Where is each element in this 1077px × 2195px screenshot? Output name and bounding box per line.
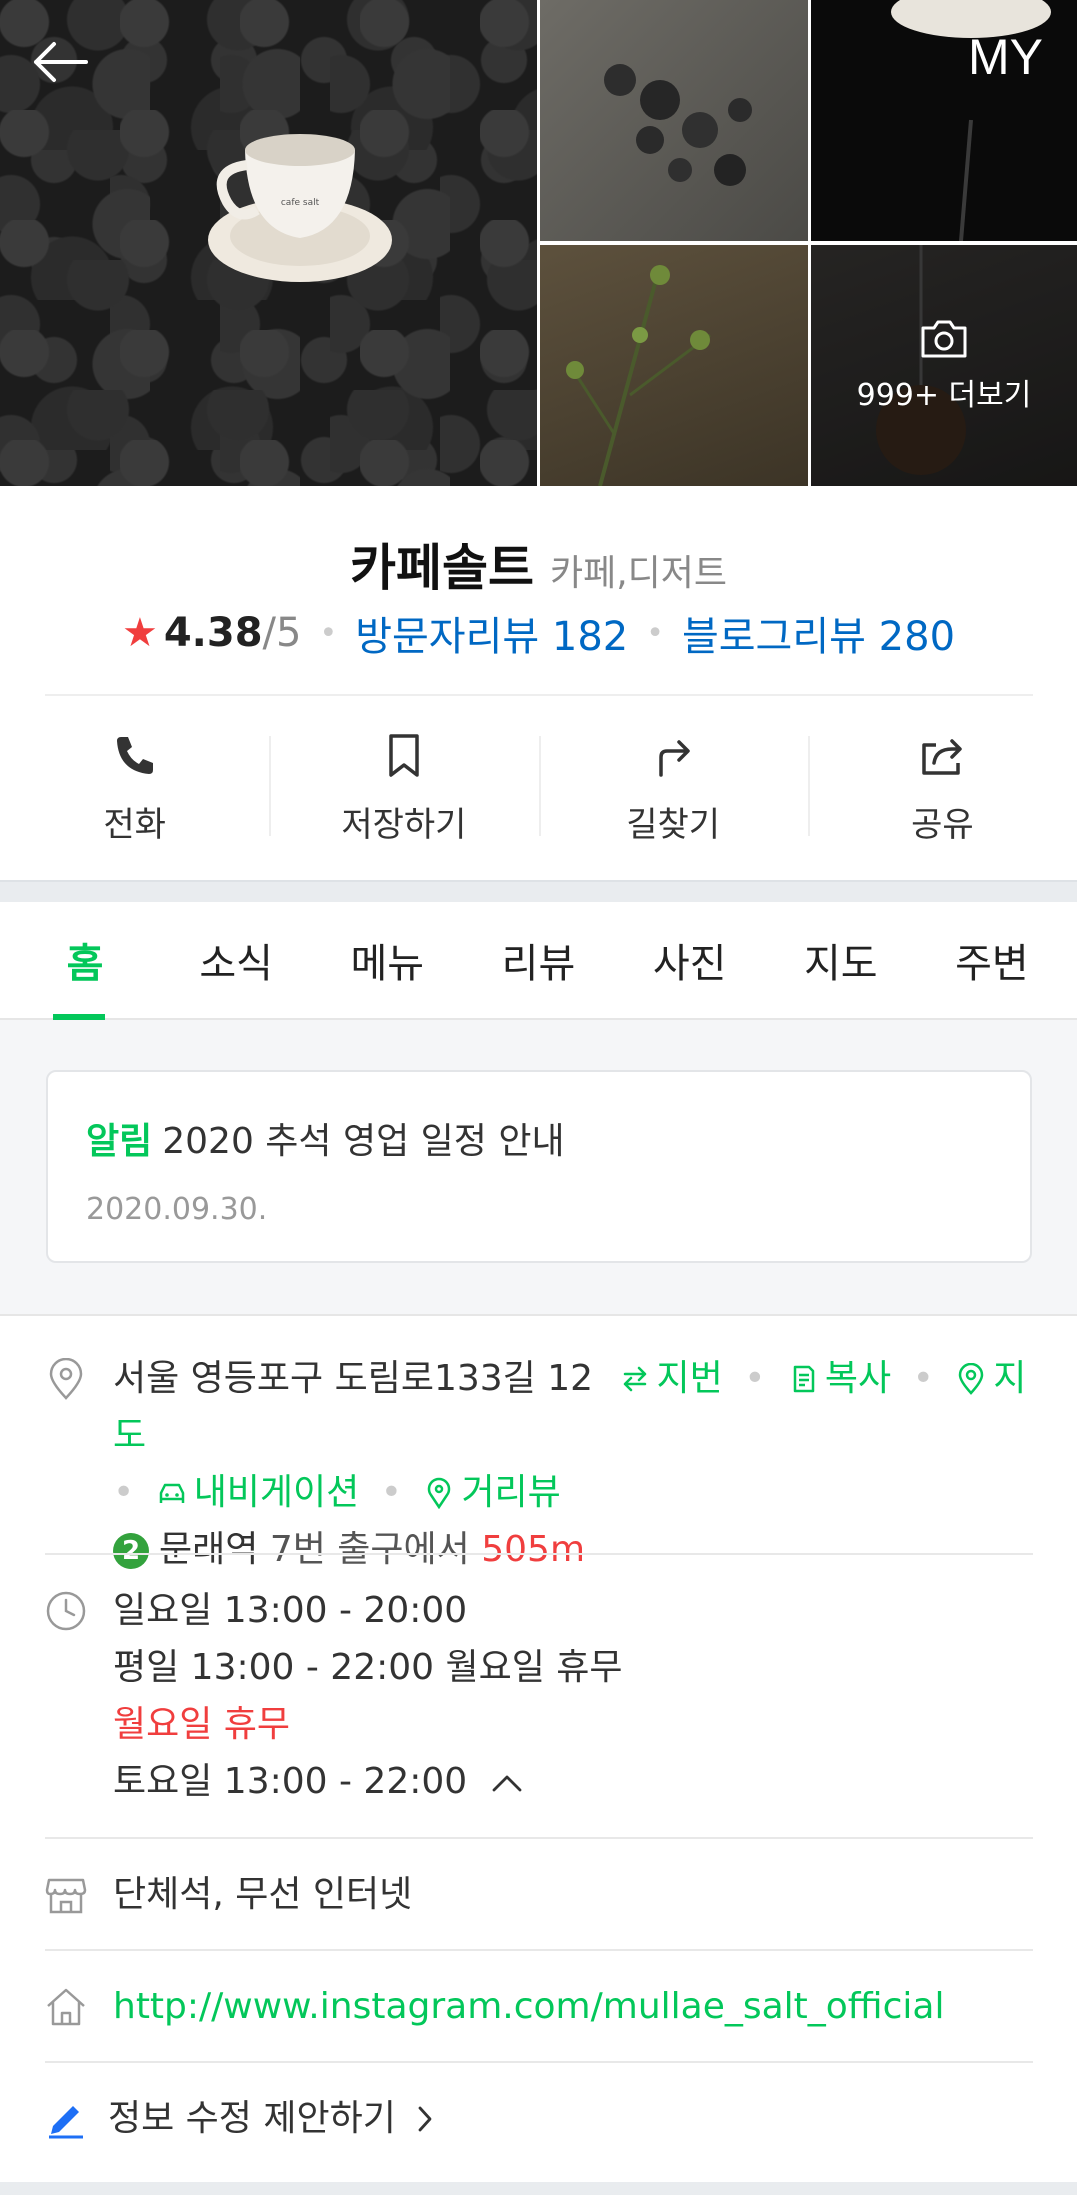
call-label: 전화 [103,804,166,845]
share-button[interactable]: 공유 [807,696,1077,880]
website-link[interactable]: http://www.instagram.com/mullae_salt_off… [113,1978,1033,2035]
home-icon [47,1988,85,2026]
station-name: 문래역 [159,1529,259,1570]
suggest-edit-row[interactable]: 정보 수정 제안하기 [45,2090,1033,2150]
tab-menu[interactable]: 메뉴 [332,902,442,1018]
rocks-image [604,64,752,186]
tab-home[interactable]: 홈 [30,902,140,1020]
action-bar: 전화 저장하기 길찾기 공유 [0,696,1077,880]
save-button[interactable]: 저장하기 [269,696,538,880]
jibun-button[interactable]: 지번 [619,1358,723,1399]
section-divider [0,880,1077,902]
navigation-button[interactable]: 내비게이션 [156,1472,360,1513]
directions-icon [659,739,690,777]
directions-button[interactable]: 길찾기 [538,696,808,880]
bookmark-icon [389,733,419,777]
hours-line-3: 월요일 휴무 [113,1704,291,1745]
tab-reviews[interactable]: 리뷰 [483,902,593,1018]
notice-card[interactable]: 알림 2020 추석 영업 일정 안내 2020.09.30. [46,1070,1032,1263]
tab-bar: 홈 소식 메뉴 리뷰 사진 지도 주변 [0,902,1077,1020]
tab-map[interactable]: 지도 [786,902,896,1018]
place-header: 카페솔트 카페,디저트 ★ 4.38 /5 • 방문자리뷰 182 • 블로그리… [0,486,1077,696]
photo-gallery: cafe salt 999+ 더보기 MY [0,0,1077,486]
car-icon [159,1483,184,1503]
address-text: 서울 영등포구 도림로133길 12 [113,1358,594,1399]
section-divider [0,2182,1077,2195]
chevron-right-icon [418,2106,432,2132]
notice-date: 2020.09.30. [86,1192,268,1227]
blog-reviews-link[interactable]: 블로그리뷰 280 [682,604,955,662]
plant-image [566,264,711,486]
visitor-reviews-link[interactable]: 방문자리뷰 182 [355,604,628,662]
tab-photos[interactable]: 사진 [635,902,745,1018]
camera-icon [921,320,967,357]
call-button[interactable]: 전화 [0,696,269,880]
coffee-cup-image: cafe salt [208,134,392,282]
website-row: http://www.instagram.com/mullae_salt_off… [45,1978,1033,2038]
suggest-edit-label: 정보 수정 제안하기 [108,2098,396,2139]
photo-rocks[interactable] [540,0,808,241]
hours-line-1: 일요일 13:00 - 20:00 [113,1590,468,1631]
rating-score: 4.38 [163,610,263,656]
directions-label: 길찾기 [626,804,721,845]
navigation-label: 내비게이션 [193,1472,360,1513]
hours-line-4: 토요일 13:00 - 22:00 [113,1761,468,1802]
phone-icon [116,736,153,774]
divider [45,1553,1033,1555]
copy-button[interactable]: 복사 [787,1358,891,1399]
tab-nearby[interactable]: 주변 [937,902,1047,1018]
station-exit: 7번 출구에서 [269,1529,470,1570]
store-icon [45,1878,87,1914]
chevron-up-icon[interactable] [491,1772,523,1794]
subway-line-badge: 2 [113,1533,149,1569]
notice-label: 알림 [86,1121,153,1162]
facilities-text: 단체석, 무선 인터넷 [113,1874,413,1915]
share-icon [922,738,963,775]
pencil-icon [49,2106,83,2139]
divider [45,1949,1033,1951]
more-photos-label: 999+ 더보기 [856,377,1032,413]
swap-icon [623,1366,646,1392]
my-button[interactable]: MY [968,28,1043,86]
location-pin-icon [49,1358,83,1400]
arrow-left-icon [34,42,88,82]
clock-icon [46,1591,86,1631]
photo-plant[interactable] [540,245,808,486]
hours-line-2: 평일 13:00 - 22:00 월요일 휴무 [113,1647,623,1688]
notice-title: 2020 추석 영업 일정 안내 [162,1121,565,1162]
place-name: 카페솔트 [349,539,534,597]
address-row: 서울 영등포구 도림로133길 12 지번 • 복사 • 지도 • 내비게이션 … [45,1350,1033,1570]
place-category: 카페,디저트 [549,553,728,594]
back-button[interactable] [28,30,92,94]
more-photos-button[interactable]: 999+ 더보기 [811,245,1077,486]
svg-text:cafe salt: cafe salt [281,198,320,208]
station-distance: 505m [481,1529,586,1570]
star-icon: ★ [121,610,158,656]
map-pin-icon [959,1362,984,1395]
street-view-button[interactable]: 거리뷰 [423,1472,561,1513]
save-label: 저장하기 [341,804,467,845]
facilities-row: 단체석, 무선 인터넷 [45,1866,1033,1926]
tab-news[interactable]: 소식 [181,902,291,1018]
street-view-icon [428,1477,451,1510]
divider [45,1837,1033,1839]
share-label: 공유 [911,804,974,845]
notice-section: 알림 2020 추석 영업 일정 안내 2020.09.30. [0,1020,1077,1316]
copy-label: 복사 [824,1358,892,1399]
jibun-label: 지번 [656,1358,723,1399]
copy-icon [793,1365,815,1393]
rating-max: /5 [262,610,302,656]
street-view-label: 거리뷰 [461,1472,561,1513]
divider [45,2061,1033,2063]
hours-row[interactable]: 일요일 13:00 - 20:00 평일 13:00 - 22:00 월요일 휴… [45,1582,1033,1812]
